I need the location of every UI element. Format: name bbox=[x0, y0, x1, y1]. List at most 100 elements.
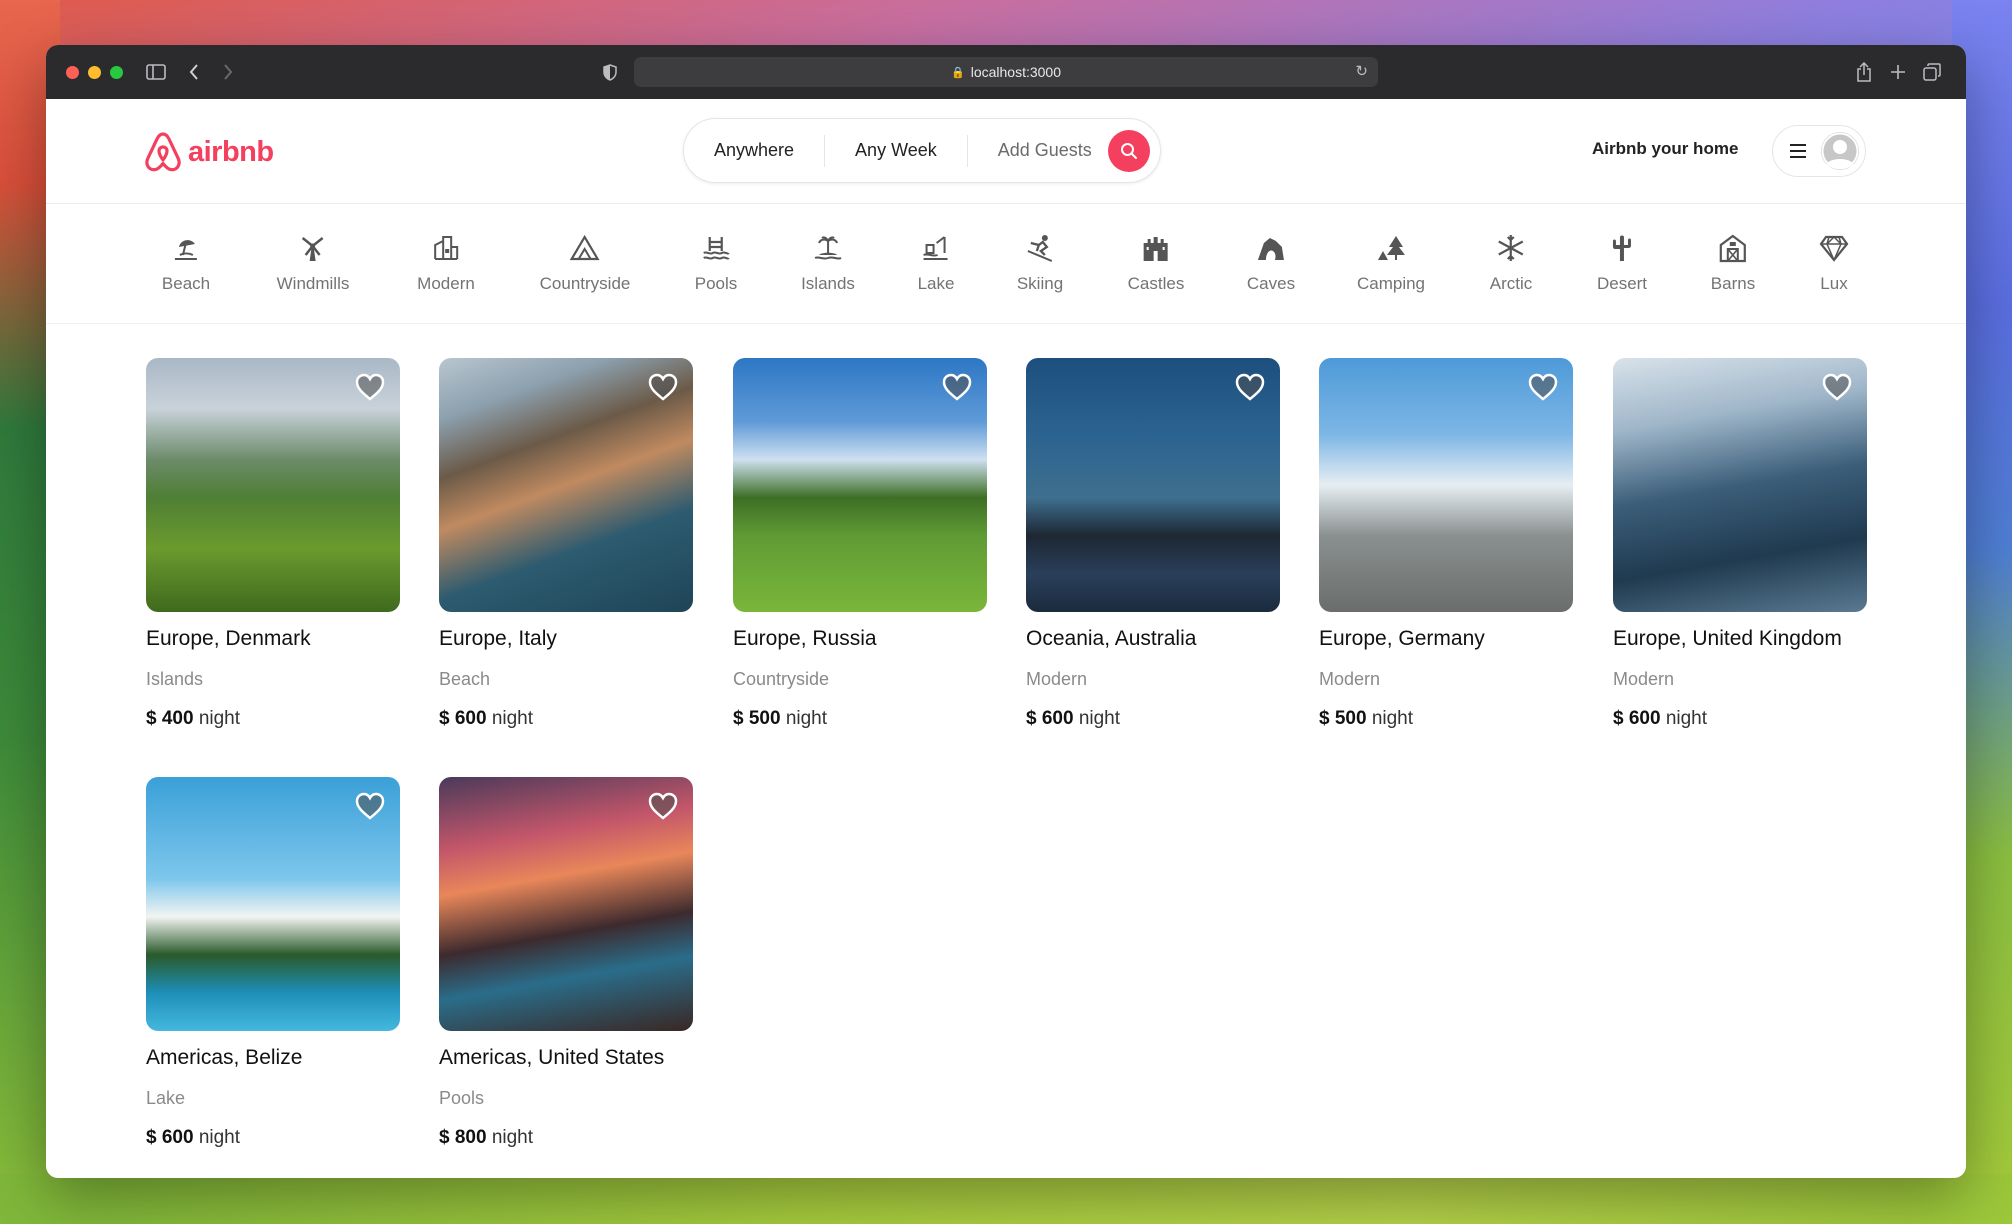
category-countryside[interactable]: Countryside bbox=[539, 228, 631, 294]
listing-category: Modern bbox=[1613, 669, 1675, 689]
listing-category: Modern bbox=[1026, 669, 1088, 689]
listing-location: Europe, Russia bbox=[733, 627, 877, 650]
search-week[interactable]: Any Week bbox=[824, 134, 968, 167]
listing-photo[interactable] bbox=[146, 777, 400, 1031]
price-unit: night bbox=[785, 708, 828, 729]
listing-card[interactable]: Americas, Belize Lake $ 600 night bbox=[146, 777, 400, 1149]
category-label: Islands bbox=[801, 274, 855, 293]
listing-photo[interactable] bbox=[1613, 358, 1867, 612]
modern-icon bbox=[431, 228, 461, 268]
category-islands[interactable]: Islands bbox=[801, 228, 855, 294]
listing-card[interactable]: Americas, United States Pools $ 800 night bbox=[439, 777, 693, 1149]
listing-card[interactable]: Europe, United Kingdom Modern $ 600 night bbox=[1613, 358, 1867, 730]
search-bar[interactable]: Anywhere Any Week Add Guests bbox=[683, 118, 1161, 183]
category-desert[interactable]: Desert bbox=[1597, 228, 1647, 294]
listing-location: Europe, United Kingdom bbox=[1613, 627, 1842, 650]
category-label: Barns bbox=[1710, 274, 1756, 293]
lake-icon bbox=[921, 228, 951, 268]
category-label: Skiing bbox=[1016, 274, 1064, 293]
close-window-button[interactable] bbox=[66, 65, 79, 79]
favorite-heart-icon[interactable] bbox=[647, 372, 679, 402]
listing-category: Countryside bbox=[733, 669, 830, 689]
category-modern[interactable]: Modern bbox=[417, 228, 475, 294]
listing-photo[interactable] bbox=[439, 358, 693, 612]
category-label: Countryside bbox=[539, 274, 631, 293]
maximize-window-button[interactable] bbox=[110, 65, 123, 79]
window-controls bbox=[66, 65, 123, 79]
category-castles[interactable]: Castles bbox=[1128, 228, 1184, 294]
address-bar[interactable]: 🔒 localhost:3000 ↻ bbox=[634, 57, 1378, 87]
listing-location: Americas, United States bbox=[439, 1046, 665, 1069]
listing-location: Europe, Germany bbox=[1319, 627, 1485, 650]
category-label: Beach bbox=[161, 274, 211, 293]
listing-photo[interactable] bbox=[1026, 358, 1280, 612]
listing-photo[interactable] bbox=[733, 358, 987, 612]
favorite-heart-icon[interactable] bbox=[1234, 372, 1266, 402]
listing-location: Americas, Belize bbox=[146, 1046, 303, 1069]
favorite-heart-icon[interactable] bbox=[647, 791, 679, 821]
share-icon[interactable] bbox=[1854, 45, 1874, 99]
price-amount: $ 400 bbox=[146, 708, 194, 729]
pool-icon bbox=[701, 228, 731, 268]
listing-photo[interactable] bbox=[146, 358, 400, 612]
listing-location: Europe, Italy bbox=[439, 627, 557, 650]
new-tab-icon[interactable] bbox=[1888, 45, 1908, 99]
search-location[interactable]: Anywhere bbox=[684, 135, 824, 167]
skiing-icon bbox=[1025, 228, 1055, 268]
category-lux[interactable]: Lux bbox=[1819, 228, 1849, 294]
avatar bbox=[1821, 132, 1859, 170]
favorite-heart-icon[interactable] bbox=[354, 791, 386, 821]
favorite-heart-icon[interactable] bbox=[941, 372, 973, 402]
countryside-icon bbox=[570, 228, 600, 268]
listing-card[interactable]: Oceania, Australia Modern $ 600 night bbox=[1026, 358, 1280, 730]
site-header: airbnb Anywhere Any Week Add Guests Airb… bbox=[46, 99, 1966, 204]
forward-icon[interactable] bbox=[218, 45, 238, 99]
listing-card[interactable]: Europe, Italy Beach $ 600 night bbox=[439, 358, 693, 730]
favorite-heart-icon[interactable] bbox=[1821, 372, 1853, 402]
category-camping[interactable]: Camping bbox=[1357, 228, 1425, 294]
island-icon bbox=[813, 228, 843, 268]
favorite-heart-icon[interactable] bbox=[354, 372, 386, 402]
minimize-window-button[interactable] bbox=[88, 65, 101, 79]
host-home-link[interactable]: Airbnb your home bbox=[1592, 139, 1738, 159]
listing-photo[interactable] bbox=[1319, 358, 1573, 612]
category-pools[interactable]: Pools bbox=[695, 228, 737, 294]
cave-icon bbox=[1256, 228, 1286, 268]
category-label: Arctic bbox=[1489, 274, 1533, 293]
airbnb-logo[interactable]: airbnb bbox=[144, 131, 274, 173]
price-unit: night bbox=[1371, 708, 1414, 729]
category-caves[interactable]: Caves bbox=[1247, 228, 1295, 294]
listing-photo[interactable] bbox=[439, 777, 693, 1031]
category-skiing[interactable]: Skiing bbox=[1017, 228, 1063, 294]
price-amount: $ 600 bbox=[1026, 708, 1074, 729]
listing-category: Lake bbox=[146, 1088, 186, 1108]
browser-toolbar: 🔒 localhost:3000 ↻ bbox=[46, 45, 1966, 99]
category-label: Windmills bbox=[276, 274, 350, 293]
listing-price: $ 600 night bbox=[1026, 708, 1280, 730]
user-menu-button[interactable] bbox=[1772, 125, 1866, 177]
tab-overview-icon[interactable] bbox=[1922, 45, 1942, 99]
castle-icon bbox=[1141, 228, 1171, 268]
favorite-heart-icon[interactable] bbox=[1527, 372, 1559, 402]
back-icon[interactable] bbox=[184, 45, 204, 99]
listing-category: Modern bbox=[1319, 669, 1381, 689]
airbnb-logo-icon bbox=[145, 132, 181, 172]
listing-card[interactable]: Europe, Denmark Islands $ 400 night bbox=[146, 358, 400, 730]
category-barns[interactable]: Barns bbox=[1711, 228, 1755, 294]
listing-card[interactable]: Europe, Germany Modern $ 500 night bbox=[1319, 358, 1573, 730]
category-lake[interactable]: Lake bbox=[918, 228, 954, 294]
category-beach[interactable]: Beach bbox=[162, 228, 210, 294]
category-label: Lux bbox=[1820, 274, 1848, 293]
category-arctic[interactable]: Arctic bbox=[1489, 228, 1533, 294]
snowflake-icon bbox=[1496, 228, 1526, 268]
cactus-icon bbox=[1607, 228, 1637, 268]
listing-card[interactable]: Europe, Russia Countryside $ 500 night bbox=[733, 358, 987, 730]
search-button[interactable] bbox=[1107, 129, 1150, 172]
category-windmills[interactable]: Windmills bbox=[276, 228, 350, 294]
reload-icon[interactable]: ↻ bbox=[1355, 62, 1368, 80]
listing-price: $ 500 night bbox=[733, 708, 987, 730]
privacy-shield-icon[interactable] bbox=[600, 45, 620, 99]
sidebar-toggle-icon[interactable] bbox=[142, 45, 170, 99]
price-amount: $ 800 bbox=[439, 1127, 487, 1148]
search-guests[interactable]: Add Guests bbox=[968, 135, 1108, 167]
